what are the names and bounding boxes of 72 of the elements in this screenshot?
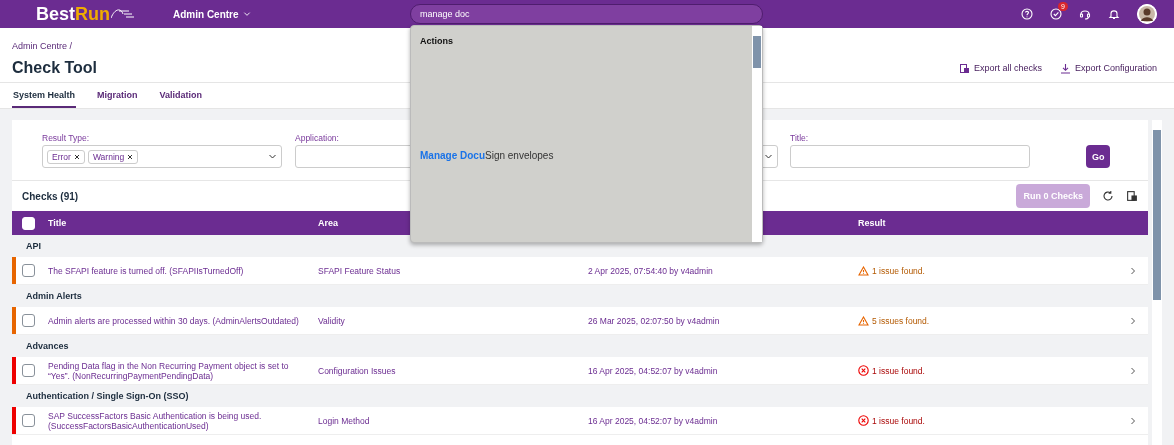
result-cell: 1 issue found. bbox=[858, 265, 925, 276]
filter-token[interactable]: Warning bbox=[87, 149, 139, 164]
check-title[interactable]: Admin alerts are processed within 30 days. (AdminAlertsOutdated) bbox=[48, 315, 318, 326]
warning-icon bbox=[858, 265, 869, 276]
check-title[interactable]: The SFAPI feature is turned off. (SFAPIIsTurnedOff) bbox=[48, 265, 318, 276]
breadcrumb-link[interactable]: Admin Centre / bbox=[0, 28, 73, 51]
tab[interactable]: Migration bbox=[96, 83, 139, 108]
download-icon bbox=[1059, 62, 1071, 74]
last-run-cell-text: 2 Apr 2025, 07:54:40 by v4admin bbox=[588, 265, 714, 276]
chevron-down-icon bbox=[242, 10, 251, 18]
logo: BestRun bbox=[0, 3, 173, 25]
error-icon bbox=[858, 415, 869, 426]
chevron-right-icon[interactable] bbox=[1130, 316, 1136, 325]
column-header: Result bbox=[858, 218, 887, 228]
chevron-down-icon bbox=[268, 152, 277, 161]
group-heading: Authentication / Single Sign-On (SSO) bbox=[25, 391, 189, 401]
result-type-field[interactable]: Error Warning bbox=[42, 145, 282, 168]
select-all-checkbox[interactable] bbox=[22, 216, 35, 230]
result-cell: 1 issue found. bbox=[858, 415, 925, 426]
chevron-down-icon bbox=[764, 152, 773, 161]
chevron-right-icon[interactable] bbox=[1130, 366, 1136, 375]
headset-icon bbox=[1079, 8, 1091, 20]
area-cell-text: Validity bbox=[318, 315, 346, 326]
export-icon bbox=[958, 62, 970, 74]
last-run-cell-text: 26 Mar 2025, 02:07:50 by v4admin bbox=[588, 315, 721, 326]
chevron-right-icon[interactable] bbox=[1130, 416, 1136, 425]
area-cell-text: SFAPI Feature Status bbox=[318, 265, 402, 276]
warning-icon bbox=[858, 315, 869, 326]
group-heading: API bbox=[25, 241, 41, 251]
area-cell-text: Login Method bbox=[318, 415, 371, 426]
error-icon bbox=[858, 365, 869, 376]
checks-heading: Checks (91) bbox=[22, 190, 79, 202]
area-cell-text: Configuration Issues bbox=[318, 365, 397, 376]
remove-icon[interactable] bbox=[73, 153, 80, 160]
help-icon bbox=[1021, 8, 1033, 20]
field-label: Title: bbox=[790, 133, 809, 143]
last-run-cell-text: 16 Apr 2025, 04:52:07 by v4admin bbox=[588, 365, 719, 376]
row-checkbox[interactable] bbox=[22, 364, 35, 377]
title-field[interactable] bbox=[790, 145, 1030, 168]
row-checkbox[interactable] bbox=[22, 264, 35, 277]
check-circle-icon bbox=[1050, 8, 1062, 20]
filter-token[interactable]: Error bbox=[47, 149, 85, 164]
group-heading: Admin Alerts bbox=[25, 291, 82, 301]
result-cell: 1 issue found. bbox=[858, 365, 925, 376]
field-label: Application: bbox=[295, 133, 339, 143]
page-title: Check Tool bbox=[12, 59, 98, 77]
export-configuration-button[interactable]: Export Configuration bbox=[1059, 62, 1157, 74]
export-all-button[interactable]: Export all checks bbox=[958, 62, 1042, 74]
tab[interactable]: Validation bbox=[158, 83, 204, 108]
scrollbar[interactable] bbox=[752, 26, 762, 242]
go-button[interactable]: Go bbox=[1086, 145, 1110, 168]
row-checkbox[interactable] bbox=[22, 414, 35, 427]
export-icon[interactable] bbox=[1126, 190, 1138, 202]
admin-centre-menu[interactable]: Admin Centre bbox=[173, 8, 251, 20]
row-checkbox[interactable] bbox=[22, 314, 35, 327]
scrollbar[interactable] bbox=[1152, 120, 1162, 445]
search-field[interactable]: manage doc bbox=[410, 4, 763, 24]
suggestion-item[interactable]: Manage DocuSign envelopes bbox=[420, 150, 554, 161]
last-run-cell-text: 16 Apr 2025, 04:52:07 by v4admin bbox=[588, 415, 719, 426]
column-header: Area bbox=[318, 218, 339, 228]
field-label: Result Type: bbox=[42, 133, 90, 143]
bell-icon bbox=[1108, 8, 1120, 20]
chevron-right-icon[interactable] bbox=[1130, 266, 1136, 275]
column-header: Title bbox=[48, 218, 68, 228]
check-title[interactable]: Pending Data flag in the Non Recurring Payment object is set to “Yes”. (NonRecurringPaymentPendingData) bbox=[48, 360, 318, 381]
result-cell: 5 issues found. bbox=[858, 315, 930, 326]
check-title[interactable]: SAP SuccessFactors Basic Authentication is being used. (SuccessFactorsBasicAuthenticationUsed) bbox=[48, 410, 318, 431]
suggestion-heading: Actions bbox=[420, 36, 454, 46]
avatar[interactable] bbox=[1137, 4, 1157, 24]
group-heading: Advances bbox=[25, 341, 69, 351]
remove-icon[interactable] bbox=[127, 153, 134, 160]
refresh-icon bbox=[1102, 190, 1114, 202]
